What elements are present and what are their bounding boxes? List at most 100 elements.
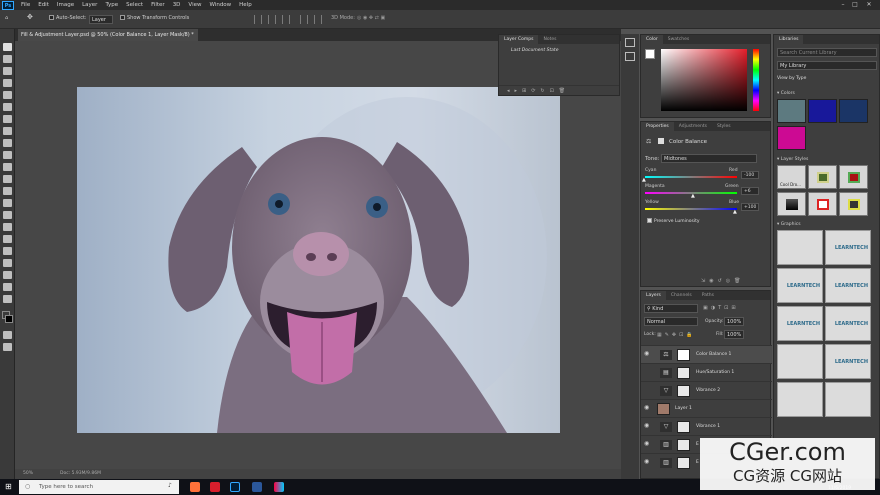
slider-value[interactable]: +100	[741, 203, 759, 211]
layer-comps-footer[interactable]: ◂▸⊞⟳↻⊡🗑	[499, 85, 619, 95]
properties-footer-icons[interactable]: ⇲◉↺◎🗑	[701, 278, 744, 284]
quick-select-tool-icon[interactable]	[3, 79, 12, 87]
firefox-icon[interactable]	[190, 482, 200, 492]
color-picker-field[interactable]	[661, 49, 747, 111]
library-color-swatch[interactable]	[777, 126, 806, 150]
library-color-swatch[interactable]	[839, 99, 868, 123]
eye-icon[interactable]: ◉	[644, 405, 650, 411]
maximize-icon[interactable]: □	[850, 1, 860, 9]
crop-tool-icon[interactable]	[3, 91, 12, 99]
layer-style-item[interactable]	[839, 192, 868, 216]
align-right-icon[interactable]	[282, 15, 290, 24]
layer-name[interactable]: Vibrance 1	[696, 424, 720, 429]
align-left-icon[interactable]	[254, 15, 262, 24]
taskbar-search-input[interactable]: Type here to search	[19, 480, 179, 494]
graphics-header[interactable]: ▾ Graphics	[777, 222, 801, 227]
menu-view[interactable]: View	[184, 2, 205, 8]
microphone-icon[interactable]: ♪	[168, 482, 172, 489]
auto-select-dropdown[interactable]: Layer	[89, 15, 113, 24]
rotate-3d-icon[interactable]: ◎ ◉ ✥ ⇄ ▣	[357, 15, 385, 21]
layer-mask-thumbnail[interactable]	[677, 385, 690, 397]
path-selection-tool-icon[interactable]	[3, 247, 12, 255]
library-color-swatch[interactable]	[808, 99, 837, 123]
layer-mask-thumbnail[interactable]	[677, 439, 690, 451]
rectangle-tool-icon[interactable]	[3, 259, 12, 267]
tone-dropdown[interactable]: Midtones	[661, 154, 757, 163]
library-graphic-item[interactable]: LEARNTECH	[777, 306, 823, 341]
auto-select-checkbox[interactable]: Auto-Select:	[49, 15, 87, 21]
mask-icon[interactable]	[658, 138, 664, 144]
layer-style-item[interactable]: Cool Dro...	[777, 165, 806, 189]
layer-name[interactable]: Vibrance 2	[696, 388, 720, 393]
minimize-icon[interactable]: –	[838, 1, 848, 9]
tab-styles[interactable]: Styles	[712, 124, 736, 129]
layer-row-vibrance-2[interactable]: ▽ Vibrance 2	[641, 381, 772, 399]
tab-layer-comps[interactable]: Layer Comps	[499, 35, 539, 44]
layer-name[interactable]: E	[696, 442, 699, 447]
menu-window[interactable]: Window	[205, 2, 235, 8]
word-icon[interactable]	[252, 482, 262, 492]
clone-stamp-tool-icon[interactable]	[3, 151, 12, 159]
marquee-tool-icon[interactable]	[3, 55, 12, 63]
library-graphic-item[interactable]: LEARNTECH	[825, 344, 871, 379]
gradient-tool-icon[interactable]	[3, 187, 12, 195]
layer-styles-header[interactable]: ▾ Layer Styles	[777, 157, 808, 162]
tab-properties[interactable]: Properties	[641, 122, 674, 131]
layer-style-item[interactable]	[839, 165, 868, 189]
hand-tool-icon[interactable]	[3, 271, 12, 279]
windows-start-icon[interactable]: ⊞	[5, 482, 12, 491]
layer-name[interactable]: E	[696, 460, 699, 465]
align-top-icon[interactable]	[300, 15, 308, 24]
tab-paths[interactable]: Paths	[697, 293, 719, 298]
app-icon[interactable]	[274, 482, 284, 492]
eye-icon[interactable]: ◉	[644, 423, 650, 429]
acrobat-icon[interactable]	[210, 482, 220, 492]
lasso-tool-icon[interactable]	[3, 67, 12, 75]
align-middle-icon[interactable]	[314, 15, 322, 24]
close-icon[interactable]: ✕	[864, 1, 874, 9]
slider-value[interactable]: +6	[741, 187, 759, 195]
tab-layers[interactable]: Layers	[641, 291, 666, 300]
layer-row-layer-1[interactable]: ◉ Layer 1	[641, 399, 772, 417]
slider-thumb[interactable]: ▲	[733, 209, 737, 215]
healing-brush-tool-icon[interactable]	[3, 127, 12, 135]
zoom-level[interactable]: 50%	[23, 469, 33, 479]
history-icon[interactable]	[625, 38, 635, 47]
menu-3d[interactable]: 3D	[169, 2, 185, 8]
layer-mask-thumbnail[interactable]	[677, 349, 690, 361]
frame-tool-icon[interactable]	[3, 103, 12, 111]
last-document-state[interactable]: Last Document State	[511, 48, 558, 53]
quick-mask-icon[interactable]	[3, 331, 12, 339]
library-color-swatch[interactable]	[777, 99, 806, 123]
library-graphic-item[interactable]: LEARNTECH	[825, 306, 871, 341]
slider-thumb[interactable]: ▲	[642, 177, 646, 183]
menu-select[interactable]: Select	[122, 2, 147, 8]
library-search-input[interactable]: Search Current Library	[777, 48, 877, 57]
library-graphic-item[interactable]: LEARNTECH	[777, 268, 823, 303]
library-graphic-item[interactable]	[777, 230, 823, 265]
slider-track[interactable]	[645, 208, 737, 210]
zoom-tool-icon[interactable]	[3, 283, 12, 291]
layer-row-color-balance[interactable]: ◉ ⚖ Color Balance 1	[641, 345, 772, 363]
hue-slider[interactable]	[753, 49, 759, 111]
layer-filter-icons[interactable]: ▣◑T⊡⊞	[703, 305, 739, 311]
library-graphic-item[interactable]	[825, 382, 871, 417]
slider-track[interactable]	[645, 176, 737, 178]
tab-channels[interactable]: Channels	[666, 293, 697, 298]
type-tool-icon[interactable]	[3, 235, 12, 243]
slider-thumb[interactable]: ▲	[691, 193, 695, 199]
foreground-color-chip[interactable]	[645, 49, 655, 59]
layer-style-item[interactable]	[808, 192, 837, 216]
tab-color[interactable]: Color	[641, 35, 663, 44]
home-icon[interactable]: ⌂	[5, 15, 8, 21]
photoshop-taskbar-icon[interactable]	[230, 482, 240, 492]
layer-mask-thumbnail[interactable]	[677, 457, 690, 469]
align-center-icon[interactable]	[268, 15, 276, 24]
library-graphic-item[interactable]: LEARNTECH	[825, 230, 871, 265]
eraser-tool-icon[interactable]	[3, 175, 12, 183]
blur-tool-icon[interactable]	[3, 199, 12, 207]
menu-filter[interactable]: Filter	[147, 2, 169, 8]
menu-image[interactable]: Image	[53, 2, 78, 8]
library-graphic-item[interactable]	[777, 382, 823, 417]
eyedropper-tool-icon[interactable]	[3, 115, 12, 123]
